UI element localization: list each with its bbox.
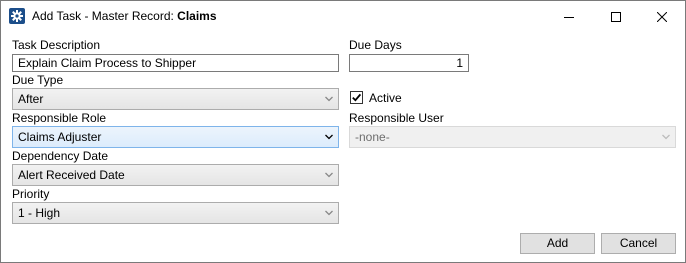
close-button[interactable] — [639, 1, 685, 32]
chevron-down-icon — [325, 134, 333, 140]
add-button[interactable]: Add — [520, 233, 595, 254]
title-record: Claims — [177, 9, 217, 23]
responsible-role-label: Responsible Role — [12, 111, 107, 125]
due-type-label: Due Type — [12, 73, 64, 87]
task-description-input[interactable]: Explain Claim Process to Shipper — [12, 54, 339, 72]
dependency-date-value: Alert Received Date — [18, 168, 125, 182]
chevron-down-icon — [325, 172, 333, 178]
dependency-date-select[interactable]: Alert Received Date — [12, 164, 339, 186]
responsible-role-value: Claims Adjuster — [18, 130, 102, 144]
due-days-label: Due Days — [349, 38, 402, 52]
priority-select[interactable]: 1 - High — [12, 202, 339, 224]
dependency-date-label: Dependency Date — [12, 149, 109, 163]
gear-icon — [9, 8, 25, 24]
due-type-value: After — [18, 92, 44, 106]
active-checkbox[interactable] — [350, 91, 363, 104]
task-description-label: Task Description — [12, 38, 101, 52]
priority-label: Priority — [12, 187, 50, 201]
maximize-button[interactable] — [593, 1, 639, 32]
priority-value: 1 - High — [18, 206, 61, 220]
responsible-user-label: Responsible User — [349, 111, 444, 125]
title-prefix: Add Task - Master Record: — [32, 9, 178, 23]
minimize-icon — [564, 16, 574, 18]
title-bar[interactable]: Add Task - Master Record: Claims — [1, 1, 685, 32]
active-label: Active — [369, 91, 402, 105]
responsible-user-value: -none- — [355, 130, 390, 144]
responsible-user-select: -none- — [349, 126, 676, 148]
minimize-button[interactable] — [546, 1, 592, 32]
due-days-input[interactable]: 1 — [349, 54, 469, 72]
chevron-down-icon — [662, 134, 670, 140]
chevron-down-icon — [325, 210, 333, 216]
responsible-role-select[interactable]: Claims Adjuster — [12, 126, 339, 148]
maximize-icon — [611, 11, 621, 22]
close-icon — [657, 11, 667, 22]
chevron-down-icon — [325, 96, 333, 102]
cancel-button[interactable]: Cancel — [601, 233, 676, 254]
due-type-select[interactable]: After — [12, 88, 339, 110]
checkmark-icon — [352, 93, 362, 102]
window-title: Add Task - Master Record: Claims — [32, 9, 217, 23]
add-task-dialog: Add Task - Master Record: Claims Task De… — [0, 0, 686, 263]
